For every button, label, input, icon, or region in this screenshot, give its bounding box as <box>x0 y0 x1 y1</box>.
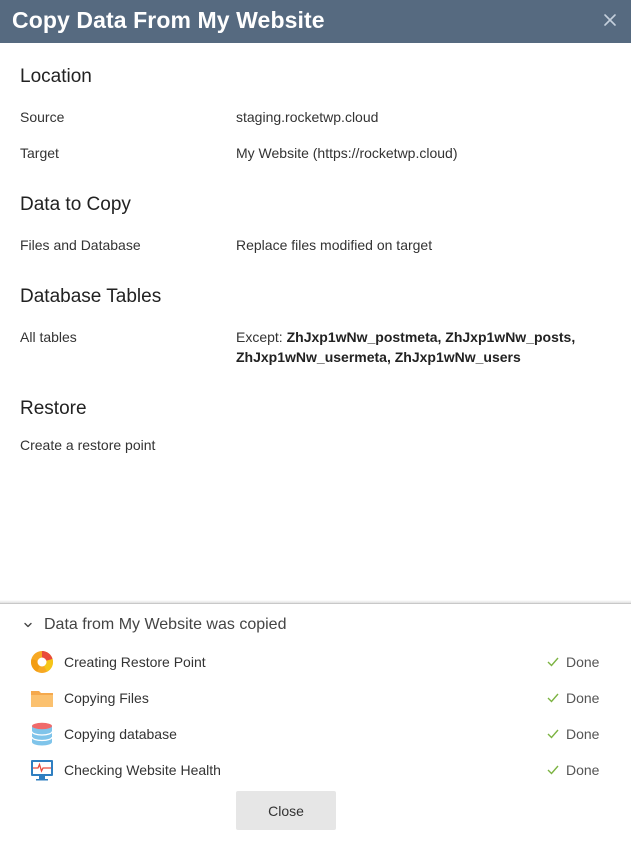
restore-heading: Restore <box>20 398 87 419</box>
step-label: Copying database <box>64 726 177 742</box>
step-row: Copying database Done <box>30 721 610 747</box>
folder-icon <box>31 691 53 707</box>
step-label: Checking Website Health <box>64 762 221 778</box>
step-row: Checking Website Health Done <box>30 757 610 783</box>
source-label: Source <box>20 109 65 125</box>
health-monitor-icon <box>31 760 53 781</box>
except-tables-value: Except: ZhJxp1wNw_postmeta, ZhJxp1wNw_po… <box>236 327 616 367</box>
data-to-copy-heading: Data to Copy <box>20 194 131 215</box>
database-icon <box>31 722 53 746</box>
except-prefix: Except: <box>236 329 283 345</box>
check-icon <box>547 693 559 703</box>
step-status-text: Done <box>566 762 600 778</box>
panel-divider <box>0 603 631 604</box>
restore-point-icon <box>31 651 53 673</box>
step-label: Creating Restore Point <box>64 654 206 670</box>
step-label: Copying Files <box>64 690 149 706</box>
step-status: Done <box>547 724 599 744</box>
target-value: My Website (https://rocketwp.cloud) <box>236 145 458 161</box>
target-label: Target <box>20 145 59 161</box>
progress-panel-title: Data from My Website was copied <box>44 616 287 633</box>
check-icon <box>547 729 559 739</box>
dialog-titlebar: Copy Data From My Website <box>0 0 631 43</box>
all-tables-label: All tables <box>20 329 77 345</box>
step-status-text: Done <box>566 690 600 706</box>
step-status: Done <box>547 688 599 708</box>
except-tables-line2: ZhJxp1wNw_usermeta, ZhJxp1wNw_users <box>236 349 521 365</box>
step-status: Done <box>547 760 599 780</box>
close-icon[interactable] <box>602 12 618 28</box>
step-status: Done <box>547 652 599 672</box>
step-status-text: Done <box>566 654 600 670</box>
step-row: Copying Files Done <box>30 685 610 711</box>
step-status-text: Done <box>566 726 600 742</box>
location-heading: Location <box>20 66 92 87</box>
source-value: staging.rocketwp.cloud <box>236 109 379 125</box>
check-icon <box>547 765 559 775</box>
progress-panel-toggle[interactable]: Data from My Website was copied <box>22 614 286 636</box>
close-button[interactable]: Close <box>236 791 336 830</box>
step-row: Creating Restore Point Done <box>30 649 610 675</box>
database-tables-heading: Database Tables <box>20 286 162 307</box>
data-to-copy-value: Replace files modified on target <box>236 237 433 253</box>
chevron-down-icon[interactable] <box>22 619 34 631</box>
restore-label: Create a restore point <box>20 437 156 453</box>
data-to-copy-label: Files and Database <box>20 237 141 253</box>
check-icon <box>547 657 559 667</box>
except-tables-line1: ZhJxp1wNw_postmeta, ZhJxp1wNw_posts, <box>286 329 576 345</box>
dialog-title: Copy Data From My Website <box>12 7 325 33</box>
